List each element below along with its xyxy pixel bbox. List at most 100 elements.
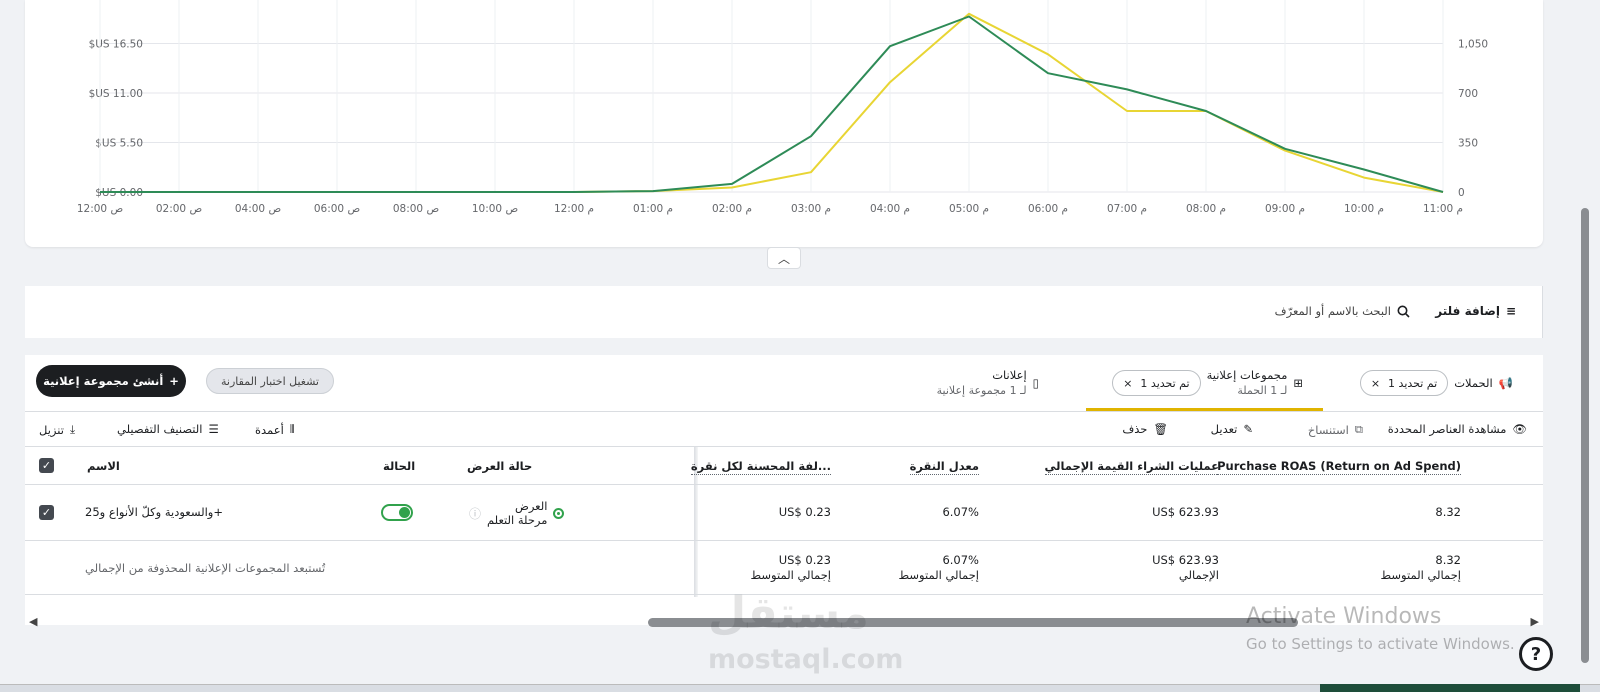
search-placeholder: البحث بالاسم أو المعرّف — [1274, 304, 1391, 318]
series-line-1 — [100, 12, 1444, 193]
x-tick-label: 12:00 م — [554, 203, 594, 215]
create-adset-label: أنشئ مجموعة إعلانية — [43, 374, 164, 388]
x-tick-label: 04:00 م — [870, 203, 910, 215]
megaphone-icon: 📢 — [1498, 376, 1513, 390]
trash-icon: 🗑 — [1153, 422, 1168, 436]
add-filter-label: إضافة فلتر — [1435, 304, 1500, 318]
breakdown-button[interactable]: ☰ التصنيف التفصيلي — [117, 422, 219, 436]
table-row[interactable]: ✓ +والسعودية وكلّ الأنواع و25 ⓘ العرض مر… — [25, 485, 1543, 541]
add-filter-button[interactable]: ≡ إضافة فلتر — [1435, 304, 1516, 318]
y-right-tick-label: 0 — [1458, 187, 1465, 199]
question-icon: ? — [1530, 643, 1542, 665]
tab-ads-label: إعلانات — [992, 368, 1027, 382]
summary-purchase-value: US$ 623.93 — [1152, 553, 1219, 567]
campaigns-selected-chip[interactable]: تم تحديد 1 × — [1359, 370, 1449, 396]
close-icon[interactable]: × — [1371, 377, 1380, 390]
compare-test-label: تشغيل اختبار المقارنة — [221, 374, 319, 388]
x-tick-label: 03:00 م — [791, 203, 831, 215]
y-right-tick-label: 1,050 — [1458, 39, 1488, 51]
activate-windows-subtitle: Go to Settings to activate Windows. — [1246, 635, 1515, 653]
columns-button[interactable]: ⦀ أعمدة — [255, 422, 295, 437]
scroll-right-icon[interactable]: ▶ — [1531, 615, 1539, 628]
adsets-table: ✓ الاسم الحالة حالة العرض ...لفة المحسنة… — [25, 447, 1543, 597]
taskbar-app — [1320, 684, 1580, 692]
x-tick-label: 12:00 ص — [77, 203, 123, 215]
x-tick-label: 02:00 ص — [156, 203, 202, 215]
tab-adsets[interactable]: ⊞ مجموعات إعلانية لـ 1 الحملة تم تحديد 1… — [1112, 359, 1303, 407]
x-tick-label: 08:00 م — [1186, 203, 1226, 215]
header-delivery[interactable]: حالة العرض — [467, 459, 532, 473]
export-label: تنزيل — [39, 422, 64, 437]
summary-ctr: 6.07% — [942, 553, 979, 567]
header-ctr[interactable]: معدل النقرة — [909, 459, 979, 475]
tab-campaigns-label: الحملات — [1454, 376, 1493, 390]
vertical-scroll-thumb[interactable] — [1581, 208, 1589, 663]
header-status[interactable]: الحالة — [383, 459, 415, 473]
campaigns-chip-label: تم تحديد 1 — [1388, 376, 1438, 390]
x-tick-label: 07:00 م — [1107, 203, 1147, 215]
search-input[interactable]: البحث بالاسم أو المعرّف — [1275, 304, 1410, 318]
delivery-label: العرض — [514, 499, 548, 513]
y-left-tick-label: $US 11.00 — [89, 88, 143, 100]
summary-row: تُستبعد المجموعات الإعلانية المحذوفة من … — [25, 541, 1543, 595]
download-icon: ⤓ — [69, 422, 76, 436]
close-icon[interactable]: × — [1123, 377, 1132, 390]
roas-value: 8.32 — [1435, 505, 1461, 519]
active-dot-icon — [553, 507, 565, 519]
tab-campaigns[interactable]: 📢 الحملات تم تحديد 1 × — [1359, 359, 1513, 407]
header-name[interactable]: الاسم — [87, 459, 120, 473]
pencil-icon: ✎ — [1243, 422, 1253, 436]
adset-name[interactable]: +والسعودية وكلّ الأنواع و25 — [85, 505, 223, 519]
plus-icon: + — [169, 374, 179, 388]
table-header-row: ✓ الاسم الحالة حالة العرض ...لفة المحسنة… — [25, 447, 1543, 485]
summary-note: تُستبعد المجموعات الإعلانية المحذوفة من … — [85, 561, 326, 575]
y-left-tick-label: $US 16.50 — [89, 39, 143, 51]
create-adset-button[interactable]: + أنشئ مجموعة إعلانية — [36, 365, 186, 397]
filter-bar: ≡ إضافة فلتر البحث بالاسم أو المعرّف — [25, 286, 1543, 338]
summary-roas: 8.32 — [1435, 553, 1461, 567]
tab-adsets-label: مجموعات إعلانية — [1206, 368, 1288, 382]
vertical-scrollbar[interactable] — [1579, 0, 1591, 692]
purchase-value: US$ 623.93 — [1152, 505, 1219, 519]
tab-ads[interactable]: ▯ إعلانات لـ 1 مجموعة إعلانية — [937, 359, 1039, 407]
cpc-value: US$ 0.23 — [778, 505, 831, 519]
table-toolbar: 👁 مشاهدة العناصر المحددة ⧉ استنساخ ✎ تعد… — [25, 411, 1543, 447]
adsets-selected-chip[interactable]: تم تحديد 1 × — [1112, 370, 1201, 396]
header-cpc[interactable]: ...لفة المحسنة لكل نقرة — [690, 459, 831, 475]
x-tick-label: 06:00 ص — [314, 203, 360, 215]
adset-status-toggle[interactable] — [381, 504, 413, 521]
filter-icon: ≡ — [1505, 304, 1516, 318]
export-button[interactable]: ⤓ تنزيل — [39, 422, 75, 437]
x-tick-label: 11:00 م — [1423, 203, 1463, 215]
select-all-checkbox[interactable]: ✓ — [39, 458, 54, 473]
series-line-0 — [100, 15, 1444, 193]
watermark-url: mostaql.com — [708, 644, 904, 675]
breakdown-icon: ☰ — [208, 422, 219, 436]
header-roas[interactable]: Purchase ROAS (Return on Ad Spend) — [1217, 459, 1461, 475]
delivery-sub: مرحلة التعلم — [487, 513, 548, 527]
view-selected-button[interactable]: 👁 مشاهدة العناصر المحددة — [1388, 422, 1527, 436]
adsets-table-card: + أنشئ مجموعة إعلانية تشغيل اختبار المقا… — [25, 355, 1543, 625]
tab-ads-sub: لـ 1 مجموعة إعلانية — [936, 384, 1027, 397]
edit-button[interactable]: ✎ تعديل — [1211, 422, 1253, 436]
columns-label: أعمدة — [255, 422, 284, 437]
delivery-status: ⓘ العرض مرحلة التعلم — [469, 499, 565, 527]
compare-test-button[interactable]: تشغيل اختبار المقارنة — [206, 368, 334, 394]
breakdown-label: التصنيف التفصيلي — [117, 422, 203, 436]
header-purchase-value[interactable]: عمليات الشراء القيمة الإجمالي — [1044, 459, 1219, 475]
summary-cpc-sub: إجمالي المتوسط — [750, 568, 831, 582]
y-right-tick-label: 700 — [1458, 88, 1478, 100]
y-left-tick-label: $US 5.50 — [95, 138, 143, 150]
view-selected-label: مشاهدة العناصر المحددة — [1387, 422, 1507, 436]
search-icon — [1397, 305, 1410, 318]
help-button[interactable]: ? — [1519, 637, 1553, 671]
grid-icon: ⊞ — [1293, 376, 1303, 390]
duplicate-button[interactable]: ⧉ استنساخ — [1308, 422, 1363, 437]
scroll-left-icon[interactable]: ◀ — [29, 615, 37, 628]
x-tick-label: 09:00 م — [1265, 203, 1305, 215]
x-tick-label: 10:00 ص — [472, 203, 518, 215]
row-checkbox[interactable]: ✓ — [39, 505, 54, 520]
delete-button[interactable]: 🗑 حذف — [1122, 422, 1168, 436]
collapse-chart-button[interactable]: ︿ — [767, 247, 801, 269]
ctr-value: 6.07% — [942, 505, 979, 519]
